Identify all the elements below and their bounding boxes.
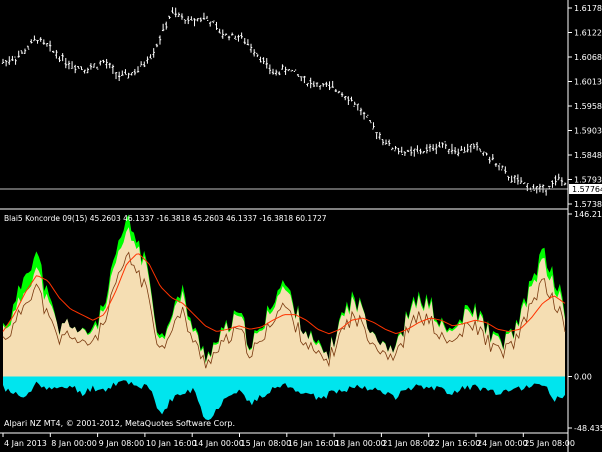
price-tick-label: 1.57385 xyxy=(574,200,602,209)
price-tick-label: 1.59585 xyxy=(574,102,602,111)
price-tick-label: 1.61780 xyxy=(574,4,602,13)
time-tick-label: 10 Jan 16:00 xyxy=(146,439,197,448)
price-tick-label: 1.60130 xyxy=(574,78,602,87)
time-tick-label: 9 Jan 08:00 xyxy=(99,439,145,448)
price-tick-label: 1.60680 xyxy=(574,53,602,62)
time-tick-label: 24 Jan 00:00 xyxy=(477,439,528,448)
time-tick-label: 25 Jan 08:00 xyxy=(524,439,575,448)
price-tick-label: 1.61225 xyxy=(574,29,602,38)
mt4-chart-window[interactable]: 1.61780 1.61225 1.60680 1.60130 1.59585 1.590… xyxy=(0,0,602,452)
time-tick-label: 4 Jan 2013 xyxy=(4,439,47,448)
time-tick-label: 18 Jan 00:00 xyxy=(335,439,386,448)
price-tick-label: 1.58480 xyxy=(574,151,602,160)
indicator-tick-label: -48.4353 xyxy=(574,424,602,433)
price-tick-label: 1.59035 xyxy=(574,127,602,136)
indicator-tick-label: 0.00 xyxy=(574,373,592,382)
time-tick-label: 22 Jan 16:00 xyxy=(430,439,481,448)
time-tick-label: 14 Jan 00:00 xyxy=(193,439,244,448)
indicator-tick-label: 146.2108 xyxy=(574,210,602,219)
time-tick-label: 21 Jan 08:00 xyxy=(382,439,433,448)
time-tick-label: 16 Jan 16:00 xyxy=(288,439,339,448)
time-tick-label: 15 Jan 08:00 xyxy=(241,439,292,448)
current-price-label: 1.57764 xyxy=(572,185,602,194)
time-tick-label: 8 Jan 00:00 xyxy=(51,439,97,448)
copyright-notice: Alpari NZ MT4, © 2001-2012, MetaQuotes S… xyxy=(4,419,235,428)
indicator-title: Blai5 Koncorde 09(15) 45.2603 46.1337 -1… xyxy=(4,214,327,223)
price-tick-label: 1.57935 xyxy=(574,176,602,185)
price-axis: 1.61780 1.61225 1.60680 1.60130 1.59585 1.590… xyxy=(568,4,602,209)
